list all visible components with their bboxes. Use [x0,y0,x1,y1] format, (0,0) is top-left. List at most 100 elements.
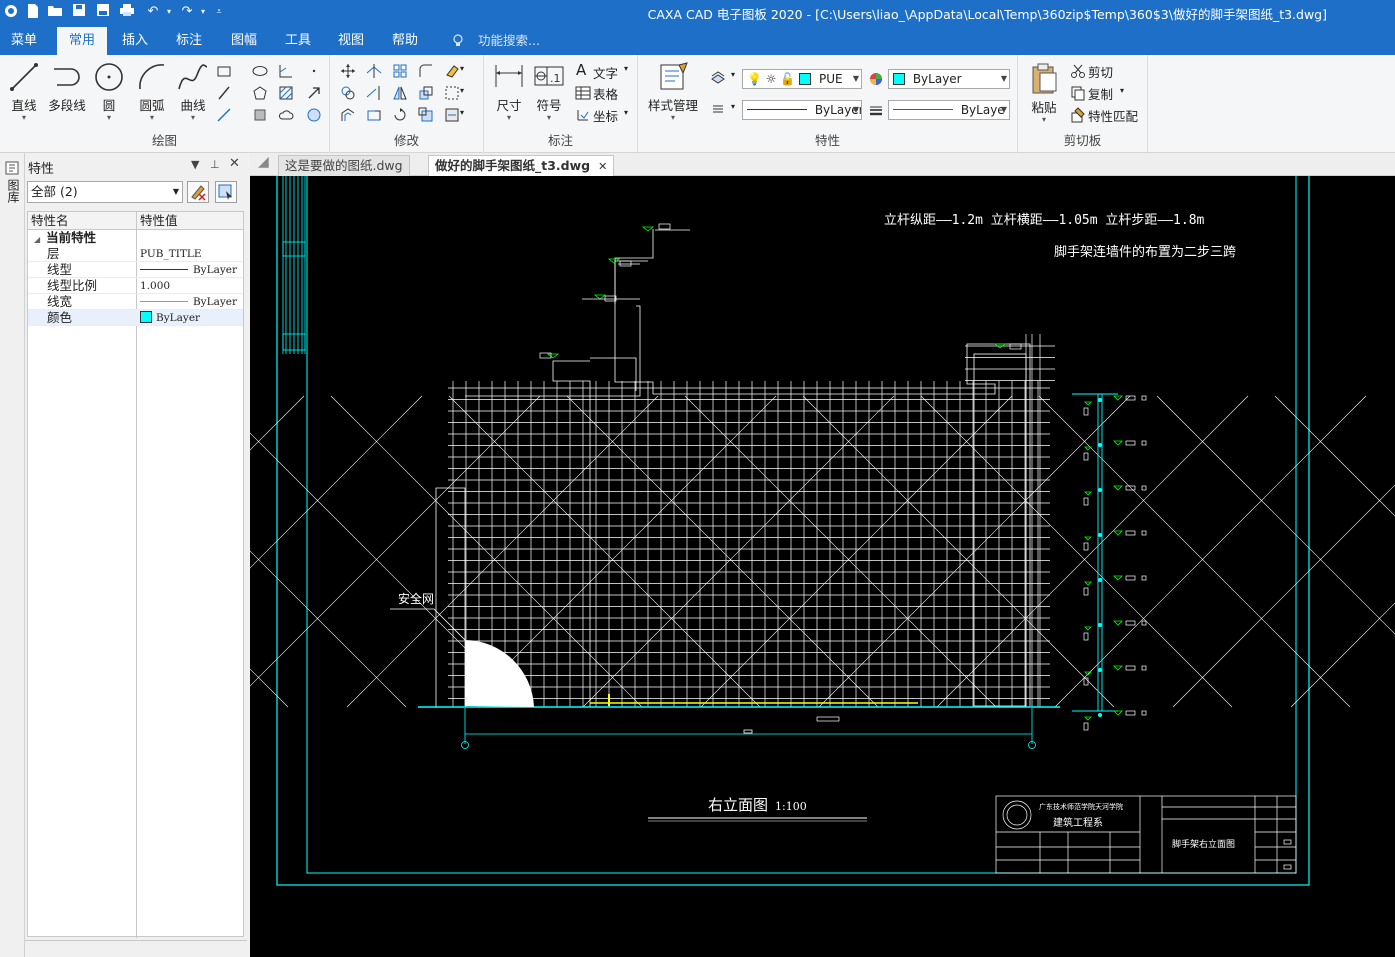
print-icon[interactable] [118,3,136,21]
close-tab-icon[interactable]: ✕ [598,160,607,173]
app-menu-icon[interactable] [2,3,20,21]
tab-annotate[interactable]: 标注 [166,27,212,55]
scale-icon[interactable] [418,85,434,101]
text-button[interactable]: 文字 [593,63,618,82]
tab-insert[interactable]: 插入 [112,27,158,55]
arrow-icon[interactable] [306,85,322,101]
hatch-icon[interactable] [278,85,294,101]
properties-panel: 特性 ▼ ⊥ ✕ 全部 (2) ▼ 特性名 特性值 ◢ 当前特性 层 PUB_TI… [25,153,247,957]
side-elevation-marker [1113,710,1123,716]
selection-filter-combo[interactable]: 全部 (2) ▼ [27,181,183,203]
property-row-linetype-scale[interactable]: 线型比例 1.000 [28,278,243,294]
layer-manager-icon[interactable] [710,69,726,85]
circle-button[interactable]: 圆 ▾ [92,61,126,122]
side-elevation-marker [1113,440,1123,446]
explode-icon[interactable] [444,85,460,101]
drawing-canvas[interactable]: 安全网 立杆纵距——1.2m 立杆横距——1.05m 立杆步距——1.8m 脚手… [250,176,1395,957]
point-icon[interactable] [306,63,322,79]
extend-icon[interactable] [366,85,382,101]
scaffold-brace [920,395,1233,708]
construction-line-icon[interactable] [216,107,232,123]
polygon-icon[interactable] [252,85,268,101]
match-properties-button[interactable]: 特性匹配 [1088,106,1138,125]
customize-icon[interactable]: ⩡ [210,3,228,21]
mirror-icon[interactable] [392,85,408,101]
trim-icon[interactable] [366,63,382,79]
library-icon[interactable] [5,161,19,175]
save-icon[interactable] [70,3,88,21]
linetype-list-dropdown-icon[interactable]: ▾ [731,102,735,111]
doc-tab-2[interactable]: 做好的脚手架图纸_t3.dwg ✕ [428,155,615,176]
centerline-icon[interactable] [278,63,294,79]
open-icon[interactable] [46,3,64,21]
tab-help[interactable]: 帮助 [382,27,428,55]
coordinate-button[interactable]: 坐标 [593,106,618,125]
move-icon[interactable] [340,63,356,79]
rectangle-icon[interactable] [216,63,232,79]
property-row-linetype[interactable]: 线型 ByLayer [28,262,243,278]
library-tab-label[interactable]: 图库 [5,179,20,203]
style-manager-button[interactable]: 样式管理 ▾ [642,61,704,122]
linetype-combo[interactable]: ByLayer ▼ [742,100,862,120]
tab-scroll-handle[interactable]: ◢ [258,154,269,170]
copy-button[interactable]: 复制 [1088,84,1113,103]
paste-button[interactable]: 粘贴 ▾ [1026,61,1062,124]
clear-selection-button[interactable] [187,181,209,203]
cut-button[interactable]: 剪切 [1088,62,1113,81]
feature-search[interactable]: 功能搜索... [478,27,540,55]
copy-dropdown-icon[interactable]: ▾ [1120,86,1124,95]
symbol-button[interactable]: .1 符号 ▾ [532,61,566,122]
line-button[interactable]: 直线 ▾ [6,61,42,122]
save-as-icon[interactable] [94,3,112,21]
block-icon[interactable] [252,107,268,123]
pin-icon[interactable]: ⊥ [210,158,220,171]
copy-object-icon[interactable] [340,85,356,101]
erase-dropdown-icon[interactable]: ▾ [460,64,464,73]
tab-menu[interactable]: 菜单 [0,27,48,55]
coordinate-dropdown-icon[interactable]: ▾ [624,108,628,117]
tab-tools[interactable]: 工具 [275,27,321,55]
linetype-list-icon[interactable] [710,101,726,117]
tab-common[interactable]: 常用 [57,27,107,55]
new-icon[interactable] [24,3,42,21]
tab-sheet[interactable]: 图幅 [221,27,267,55]
break-icon[interactable] [444,107,460,123]
erase-icon[interactable] [444,63,460,79]
fillet-icon[interactable] [418,63,434,79]
cloud-icon[interactable] [278,107,294,123]
explode-dropdown-icon[interactable]: ▾ [460,86,464,95]
undo-dropdown-icon[interactable]: ▾ [160,3,178,21]
property-row-layer[interactable]: 层 PUB_TITLE [28,246,243,262]
arc-button[interactable]: 圆弧 ▾ [134,61,170,122]
color-wheel-icon[interactable] [868,71,884,87]
chamfer-icon[interactable] [418,107,434,123]
image-icon[interactable] [306,107,322,123]
layer-manager-dropdown-icon[interactable]: ▾ [731,70,735,79]
offset-icon[interactable] [340,107,356,123]
parallel-line-icon[interactable] [216,85,232,101]
lineweight-icon[interactable] [868,102,884,118]
color-combo[interactable]: ByLayer ▼ [888,69,1010,89]
tab-view[interactable]: 视图 [328,27,374,55]
category-current[interactable]: ◢ 当前特性 [28,230,243,246]
doc-tab-1[interactable]: 这是要做的图纸.dwg [278,155,410,176]
text-dropdown-icon[interactable]: ▾ [624,64,628,73]
curve-button[interactable]: 曲线 ▾ [174,61,212,122]
quick-select-button[interactable] [215,181,237,203]
dimension-button[interactable]: 尺寸 ▾ [492,61,526,122]
stretch-icon[interactable] [366,107,382,123]
close-icon[interactable]: ✕ [229,156,240,171]
property-row-color[interactable]: 颜色 ByLayer [28,310,243,326]
layer-combo[interactable]: 💡 ☼ 🔓 PUE ▼ [742,69,862,89]
property-row-lineweight[interactable]: 线宽 ByLayer [28,294,243,310]
panel-menu-icon[interactable]: ▼ [191,158,199,171]
lineweight-combo[interactable]: ByLaye ▼ [888,100,1010,120]
rotate-icon[interactable] [392,107,408,123]
side-elevation-marker [1084,581,1092,586]
polyline-button[interactable]: 多段线 [44,61,90,114]
array-icon[interactable] [392,63,408,79]
break-dropdown-icon[interactable]: ▾ [460,108,464,117]
table-button[interactable]: 表格 [593,84,618,103]
tie-point [1098,668,1102,672]
ellipse-icon[interactable] [252,63,268,79]
